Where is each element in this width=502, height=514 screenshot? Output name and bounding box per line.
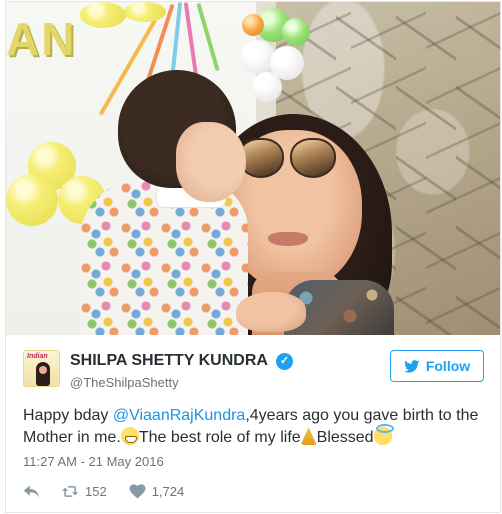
balloon <box>124 2 166 22</box>
author-name[interactable]: SHILPA SHETTY KUNDRA <box>70 352 268 370</box>
boy-hand <box>236 292 306 332</box>
boy-face <box>176 122 246 202</box>
tweet-timestamp[interactable]: 11:27 AM - 21 May 2016 <box>23 454 164 469</box>
avatar-figure <box>36 362 50 386</box>
balloon <box>242 14 264 36</box>
tweet-text-mid: The best role of my life <box>138 429 301 446</box>
author-handle[interactable]: @TheShilpaShetty <box>70 375 179 390</box>
reply-button[interactable] <box>23 484 40 499</box>
retweet-count: 152 <box>85 483 107 499</box>
woman-lips <box>268 232 308 246</box>
tweet-actions: 152 1,724 <box>23 481 206 501</box>
sunglasses-lens <box>290 138 336 178</box>
retweet-button[interactable]: 152 <box>62 484 107 499</box>
sunglasses <box>238 138 338 184</box>
heart-icon <box>129 483 146 499</box>
reply-icon <box>23 485 40 497</box>
twitter-bird-icon <box>403 359 420 373</box>
mention-link[interactable]: @ViaanRajKundra <box>113 407 245 424</box>
like-button[interactable]: 1,724 <box>129 483 185 499</box>
smiling-face-with-halo-icon <box>373 424 394 445</box>
folded-hands-icon <box>300 427 317 445</box>
tweet-body: Indian SHILPA SHETTY KUNDRA ✓ @TheShilpa… <box>6 335 500 512</box>
avatar[interactable]: Indian <box>23 350 60 387</box>
follow-button[interactable]: Follow <box>390 350 484 382</box>
balloon <box>252 72 282 102</box>
tweet-text-end: Blessed <box>316 429 374 446</box>
verified-badge-icon: ✓ <box>276 353 293 370</box>
photo-banner-text: AN <box>6 13 77 65</box>
balloon <box>282 18 310 46</box>
grinning-face-icon <box>120 427 139 445</box>
tweet-card: AN Indian SHILPA SHETTY KUNDRA ✓ @TheShi… <box>5 1 501 513</box>
tweet-text-prefix: Happy bday <box>23 407 113 424</box>
like-count: 1,724 <box>151 483 185 499</box>
balloon <box>6 174 58 226</box>
follow-label: Follow <box>425 358 471 374</box>
tweet-photo[interactable]: AN <box>6 2 500 335</box>
avatar-text: Indian <box>27 353 48 360</box>
balloon <box>80 2 126 28</box>
retweet-icon <box>62 485 79 497</box>
tweet-text: Happy bday @ViaanRajKundra,4years ago yo… <box>23 405 489 449</box>
